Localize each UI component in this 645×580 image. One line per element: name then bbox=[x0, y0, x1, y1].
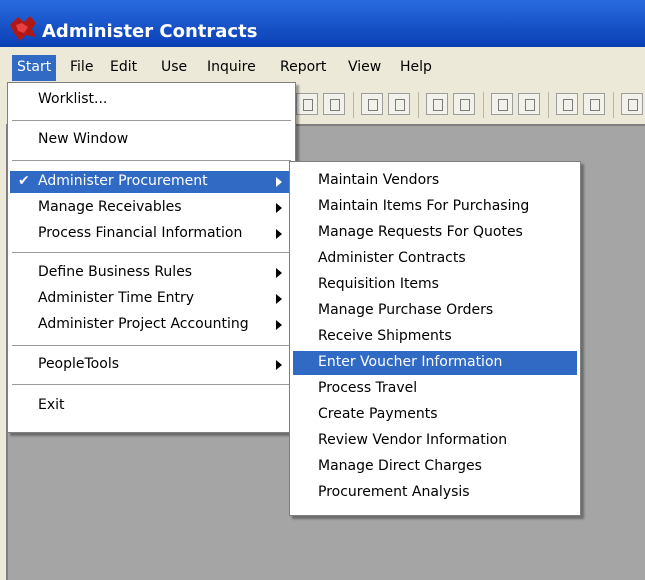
menu-bar: Start File Edit Use Inquire Report View … bbox=[0, 55, 645, 81]
chevron-right-icon bbox=[276, 268, 282, 278]
menu-divider bbox=[12, 345, 291, 346]
title-bar: Administer Contracts bbox=[0, 0, 645, 47]
submenu-item-enter-voucher[interactable]: Enter Voucher Information bbox=[293, 351, 577, 375]
toolbar-divider bbox=[483, 92, 484, 118]
menu-use[interactable]: Use bbox=[161, 59, 187, 75]
toolbar-button-icon[interactable] bbox=[491, 93, 513, 115]
toolbar-divider bbox=[353, 92, 354, 118]
menu-start[interactable]: Start bbox=[12, 55, 57, 81]
submenu-item-receive-shipments[interactable]: Receive Shipments bbox=[290, 326, 580, 348]
menu-divider bbox=[12, 252, 291, 253]
menu-report[interactable]: Report bbox=[280, 59, 326, 75]
chevron-right-icon bbox=[276, 229, 282, 239]
checkmark-icon: ✔ bbox=[18, 173, 30, 189]
menu-inquire[interactable]: Inquire bbox=[207, 59, 256, 75]
submenu-item-requisition-items[interactable]: Requisition Items bbox=[290, 274, 580, 296]
submenu-item-administer-contracts[interactable]: Administer Contracts bbox=[290, 248, 580, 270]
app-icon bbox=[10, 16, 36, 41]
submenu-item-review-vendor-info[interactable]: Review Vendor Information bbox=[290, 430, 580, 452]
menu-item-peopletools[interactable]: PeopleTools bbox=[8, 354, 295, 376]
toolbar bbox=[296, 88, 645, 122]
toolbar-button-icon[interactable] bbox=[518, 93, 540, 115]
menu-edit[interactable]: Edit bbox=[110, 59, 137, 75]
start-menu: Worklist... New Window ✔ Administer Proc… bbox=[7, 82, 296, 433]
menu-item-manage-receivables[interactable]: Manage Receivables bbox=[8, 197, 295, 219]
menu-item-exit[interactable]: Exit bbox=[8, 395, 295, 417]
chevron-right-icon bbox=[276, 360, 282, 370]
toolbar-button-icon[interactable] bbox=[361, 93, 383, 115]
menu-item-administer-procurement[interactable]: ✔ Administer Procurement bbox=[10, 171, 293, 193]
toolbar-button-icon[interactable] bbox=[583, 93, 605, 115]
menu-file[interactable]: File bbox=[70, 59, 93, 75]
chevron-right-icon bbox=[276, 320, 282, 330]
toolbar-button-icon[interactable] bbox=[426, 93, 448, 115]
menu-divider bbox=[12, 120, 291, 121]
submenu-item-maintain-items[interactable]: Maintain Items For Purchasing bbox=[290, 196, 580, 218]
menu-item-administer-time-entry[interactable]: Administer Time Entry bbox=[8, 288, 295, 310]
submenu-item-maintain-vendors[interactable]: Maintain Vendors bbox=[290, 170, 580, 192]
menu-item-administer-project-accounting[interactable]: Administer Project Accounting bbox=[8, 314, 295, 336]
toolbar-button-icon[interactable] bbox=[296, 93, 318, 115]
toolbar-divider bbox=[548, 92, 549, 118]
menu-divider bbox=[12, 384, 291, 385]
chevron-right-icon bbox=[276, 294, 282, 304]
toolbar-divider bbox=[613, 92, 614, 118]
chevron-right-icon bbox=[276, 203, 282, 213]
chevron-right-icon bbox=[276, 177, 282, 187]
submenu-item-manage-rfq[interactable]: Manage Requests For Quotes bbox=[290, 222, 580, 244]
menu-item-new-window[interactable]: New Window bbox=[8, 129, 295, 151]
submenu-item-manage-purchase-orders[interactable]: Manage Purchase Orders bbox=[290, 300, 580, 322]
menu-view[interactable]: View bbox=[348, 59, 381, 75]
toolbar-button-icon[interactable] bbox=[388, 93, 410, 115]
toolbar-button-icon[interactable] bbox=[621, 93, 643, 115]
procurement-submenu: Maintain Vendors Maintain Items For Purc… bbox=[289, 161, 581, 516]
window-title: Administer Contracts bbox=[42, 21, 258, 42]
toolbar-button-icon[interactable] bbox=[556, 93, 578, 115]
menu-item-process-financial[interactable]: Process Financial Information bbox=[8, 223, 295, 245]
menu-item-define-business-rules[interactable]: Define Business Rules bbox=[8, 262, 295, 284]
submenu-item-create-payments[interactable]: Create Payments bbox=[290, 404, 580, 426]
submenu-item-procurement-analysis[interactable]: Procurement Analysis bbox=[290, 482, 580, 504]
menu-item-worklist[interactable]: Worklist... bbox=[8, 89, 295, 111]
toolbar-button-icon[interactable] bbox=[453, 93, 475, 115]
menu-divider bbox=[12, 160, 291, 161]
submenu-item-process-travel[interactable]: Process Travel bbox=[290, 378, 580, 400]
toolbar-divider bbox=[418, 92, 419, 118]
submenu-item-manage-direct-charges[interactable]: Manage Direct Charges bbox=[290, 456, 580, 478]
toolbar-button-icon[interactable] bbox=[323, 93, 345, 115]
menu-help[interactable]: Help bbox=[400, 59, 432, 75]
